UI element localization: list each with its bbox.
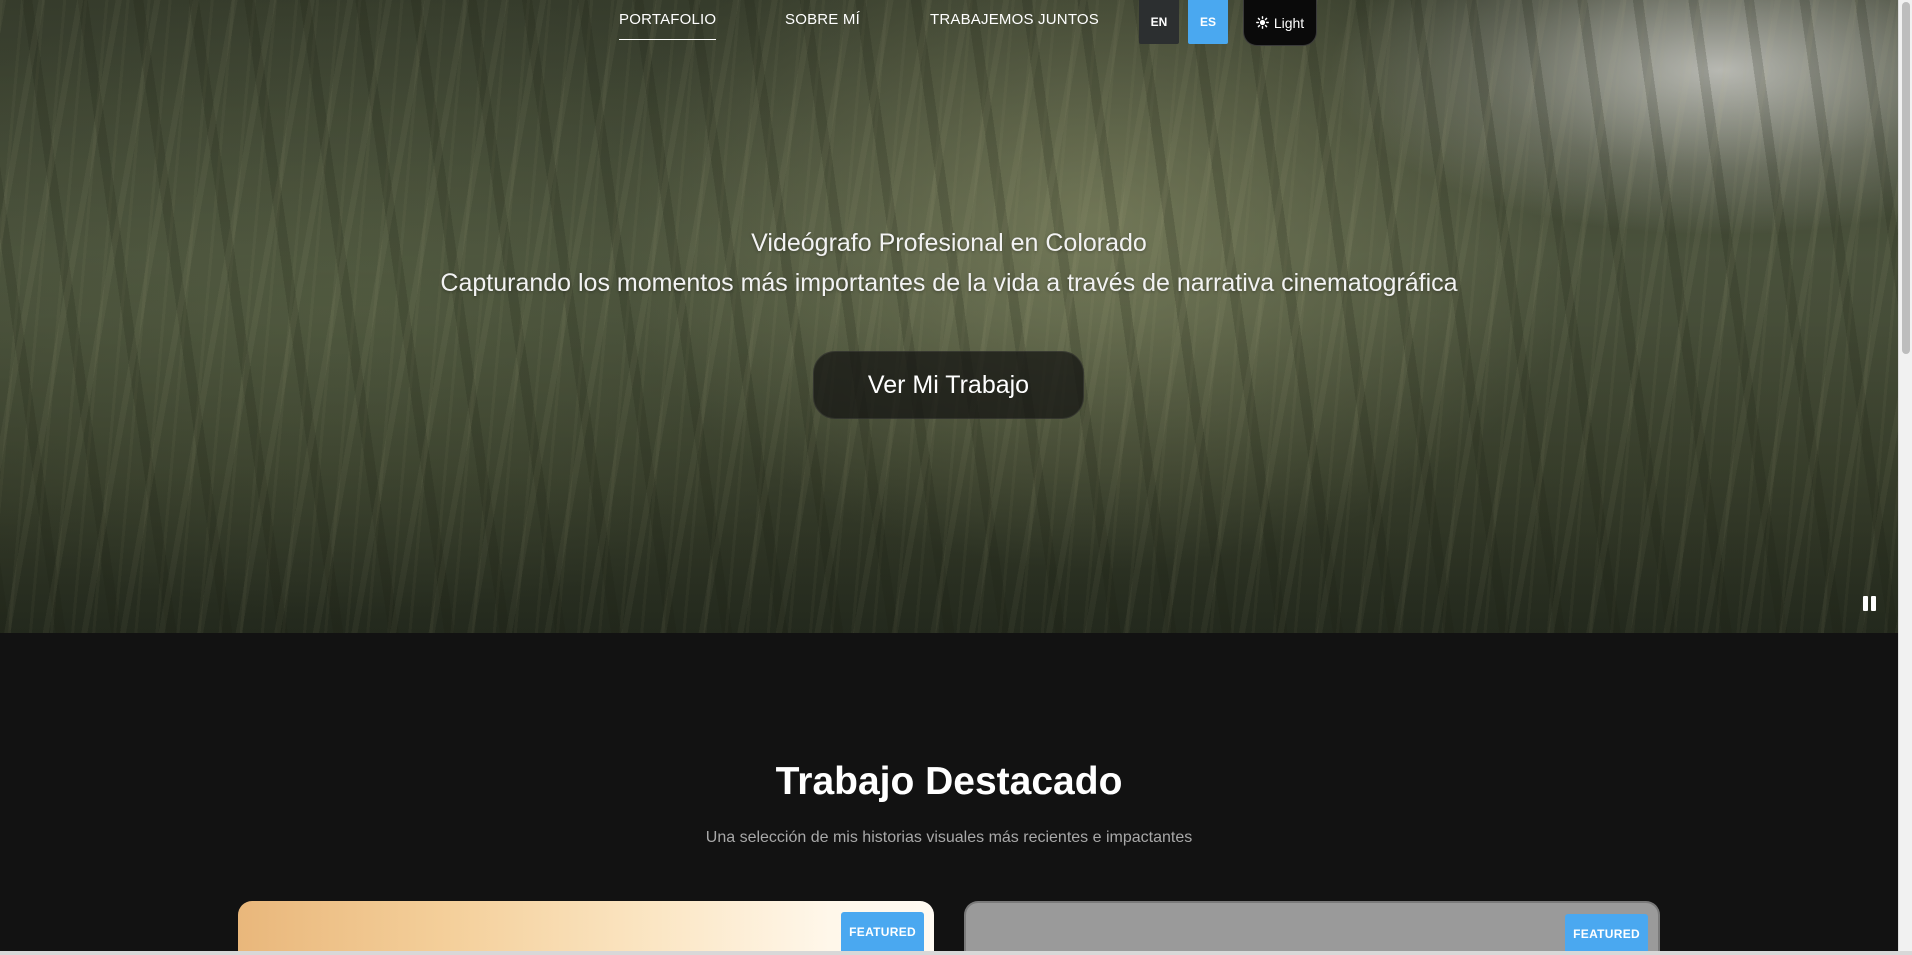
nav-link-portfolio[interactable]: PORTAFOLIO: [619, 11, 717, 40]
sun-icon: [1255, 16, 1269, 29]
nav-link-about[interactable]: SOBRE MÍ: [785, 11, 860, 28]
theme-toggle-button[interactable]: Light: [1243, 0, 1317, 46]
view-my-work-button[interactable]: Ver Mi Trabajo: [813, 351, 1084, 419]
featured-work-subtitle: Una selección de mis historias visuales …: [705, 829, 1193, 846]
top-nav: PORTAFOLIO SOBRE MÍ TRABAJEMOS JUNTOS EN…: [0, 0, 1898, 46]
scrollbar-thumb[interactable]: [1902, 2, 1910, 354]
hero-tagline: Capturando los momentos más importantes …: [440, 269, 1458, 297]
pause-icon[interactable]: [1861, 596, 1877, 612]
language-es-button[interactable]: ES: [1188, 0, 1228, 44]
featured-badge: FEATURED: [841, 912, 924, 952]
featured-card[interactable]: FEATURED: [964, 901, 1660, 955]
featured-work-title: Trabajo Destacado: [775, 760, 1123, 803]
hero-headline: Videógrafo Profesional en Colorado: [751, 229, 1147, 257]
nav-link-work-together[interactable]: TRABAJEMOS JUNTOS: [930, 11, 1099, 28]
page-scrollbar[interactable]: [1898, 0, 1912, 955]
featured-badge: FEATURED: [1565, 914, 1648, 954]
hero-section: PORTAFOLIO SOBRE MÍ TRABAJEMOS JUNTOS EN…: [0, 0, 1898, 633]
featured-card[interactable]: FEATURED: [238, 901, 934, 955]
theme-toggle-label: Light: [1273, 14, 1305, 31]
language-en-button[interactable]: EN: [1139, 0, 1179, 44]
